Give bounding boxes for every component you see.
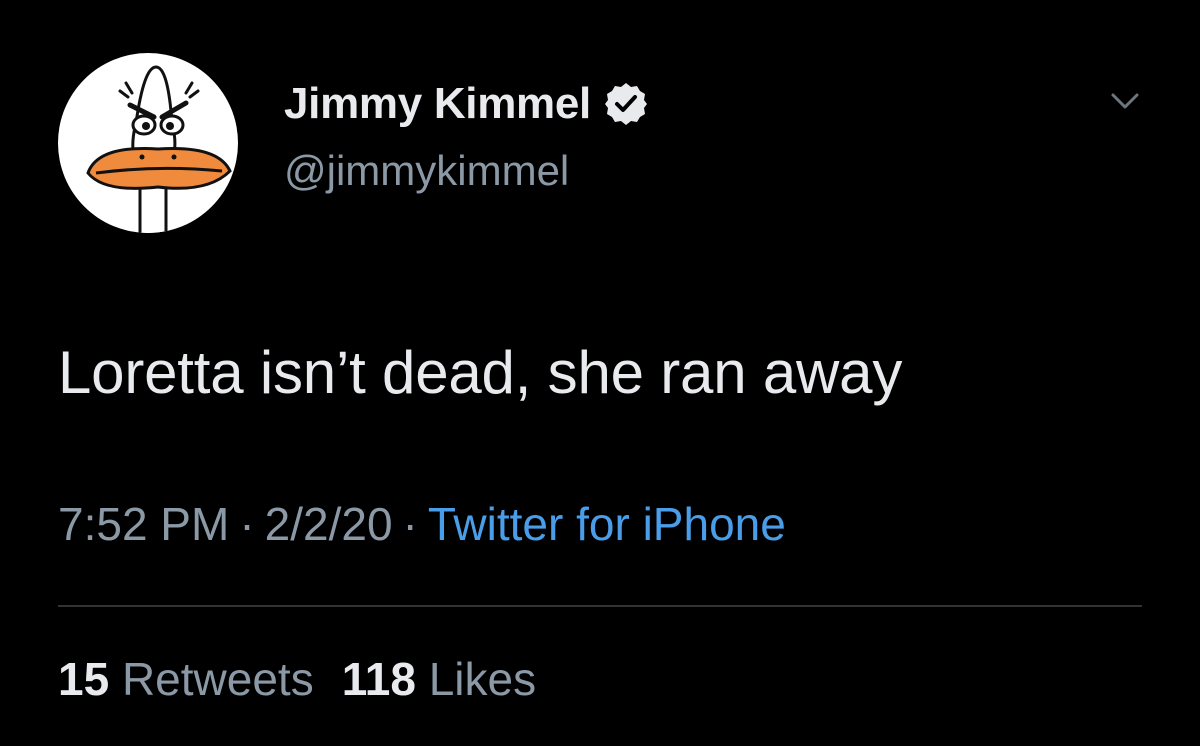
meta-separator: · [239, 498, 255, 550]
retweets-label: Retweets [121, 653, 314, 705]
tweet-date: 2/2/20 [264, 498, 393, 550]
retweets-count: 15 [58, 653, 110, 705]
author-handle[interactable]: @jimmykimmel [284, 147, 569, 195]
tweet-meta: 7:52 PM · 2/2/20 · Twitter for iPhone [58, 497, 786, 551]
likes-count: 118 [341, 653, 416, 705]
likes-label: Likes [428, 653, 537, 705]
verified-badge-icon [603, 81, 649, 127]
tweet-card: Jimmy Kimmel @jimmykimmel Loretta isn’t … [0, 0, 1200, 746]
retweets-stat[interactable]: 15 Retweets [58, 653, 314, 705]
tweet-source-link[interactable]: Twitter for iPhone [428, 498, 786, 550]
author-display-name[interactable]: Jimmy Kimmel [284, 79, 591, 129]
meta-separator: · [402, 498, 418, 550]
likes-stat[interactable]: 118 Likes [342, 653, 536, 705]
avatar[interactable] [58, 53, 238, 233]
duck-avatar-icon [86, 65, 232, 233]
tweet-time: 7:52 PM [58, 498, 230, 550]
chevron-down-icon[interactable] [1105, 86, 1145, 116]
divider [58, 605, 1142, 607]
author-name-row[interactable]: Jimmy Kimmel [284, 76, 649, 132]
tweet-text: Loretta isn’t dead, she ran away [58, 339, 903, 406]
tweet-stats: 15 Retweets 118 Likes [58, 652, 536, 706]
